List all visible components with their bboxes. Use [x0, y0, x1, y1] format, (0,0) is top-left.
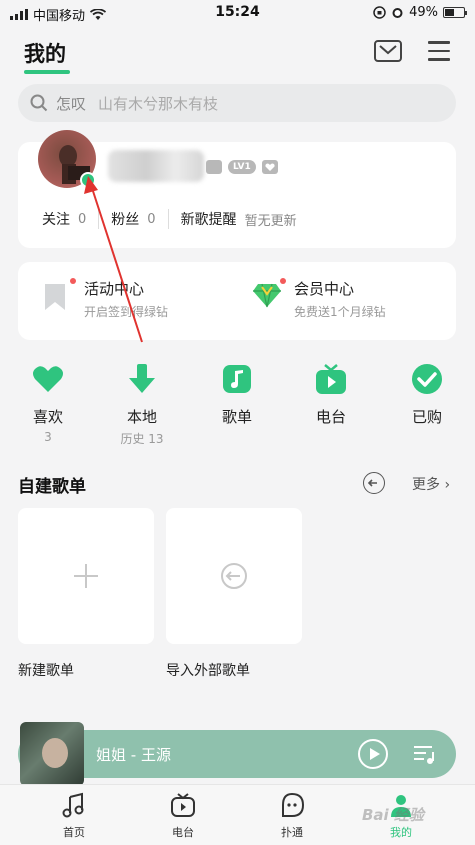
search-placeholder: 怎叹: [56, 94, 87, 113]
stat-following[interactable]: 关注 0: [18, 209, 98, 229]
quick-playlist-label: 歌单: [221, 408, 252, 426]
more-link[interactable]: 更多 ›: [412, 474, 450, 494]
profile-stats: 关注 0 粉丝 0 新歌提醒 暂无更新: [18, 208, 456, 230]
new-playlist-tile[interactable]: [18, 508, 154, 644]
vip-badge-icon: [206, 160, 222, 174]
play-button[interactable]: [358, 739, 388, 769]
tab-mine-label: 我的: [390, 826, 412, 839]
import-playlist-tile[interactable]: [166, 508, 302, 644]
profile-card: LV1 关注 0 粉丝 0 新歌提醒 暂无更新: [18, 130, 456, 248]
radio-icon: [171, 793, 195, 817]
tab-putong-label: 扑通: [281, 826, 303, 839]
page-header: 我的: [0, 30, 475, 78]
rotation-lock-icon: [373, 6, 386, 19]
import-icon[interactable]: [363, 472, 385, 494]
tab-putong[interactable]: 扑通: [252, 791, 332, 840]
diamond-icon: [252, 278, 286, 312]
quick-local-history: 历史 13: [120, 432, 164, 446]
mini-player[interactable]: 姐姐 - 王源: [18, 722, 456, 786]
search-hint: 山有木兮那木有枝: [98, 94, 219, 113]
battery-percent: 49%: [409, 5, 438, 20]
tab-home-label: 首页: [63, 826, 85, 839]
member-center[interactable]: 会员中心 免费送1个月绿钻: [252, 278, 386, 320]
album-cover[interactable]: [20, 722, 84, 786]
stat-following-value: 0: [78, 211, 87, 227]
playlist-icon[interactable]: [412, 742, 436, 766]
playlists-header: 自建歌单 更多 ›: [18, 472, 458, 498]
quick-radio-label: 电台: [315, 408, 346, 426]
tab-radio[interactable]: 电台: [143, 791, 223, 840]
quick-access-row: 喜欢 3 本地 历史 13 歌单 电台 已购: [0, 362, 475, 452]
new-playlist-label: 新建歌单: [18, 663, 74, 679]
tab-radio-label: 电台: [172, 826, 194, 839]
search-icon: [30, 94, 48, 112]
quick-radio[interactable]: 电台: [296, 362, 366, 427]
quick-local[interactable]: 本地 历史 13: [107, 362, 177, 447]
playlists-title: 自建歌单: [18, 477, 86, 497]
music-note-icon: [62, 792, 84, 818]
quick-purchased-label: 已购: [411, 408, 442, 426]
check-circle-icon: [412, 364, 442, 394]
heart-icon: [33, 366, 63, 392]
heart-badge-icon: [261, 160, 278, 174]
mail-icon[interactable]: [374, 40, 402, 62]
stat-new-songs[interactable]: 新歌提醒 暂无更新: [167, 209, 309, 229]
activity-center-subtitle: 开启签到得绿钻: [84, 305, 169, 319]
music-note-icon: [223, 365, 251, 393]
stat-fans[interactable]: 粉丝 0: [98, 209, 167, 229]
member-center-title: 会员中心: [294, 280, 355, 298]
quick-local-label: 本地: [126, 408, 157, 426]
import-playlist-label: 导入外部歌单: [166, 663, 250, 679]
notification-dot: [280, 278, 286, 284]
page-title: 我的: [24, 42, 66, 66]
status-right-group: 49%: [373, 5, 467, 20]
quick-liked-count: 3: [44, 430, 52, 444]
stat-new-songs-label: 新歌提醒: [180, 212, 237, 228]
download-icon: [129, 364, 155, 393]
watermark: Bai 经验: [362, 806, 424, 824]
menu-icon[interactable]: [428, 41, 450, 61]
more-label: 更多: [412, 477, 440, 493]
avatar-badge-icon: [80, 172, 96, 188]
status-bar: 中国移动 15:24 49%: [0, 0, 475, 26]
notification-dot: [70, 278, 76, 284]
battery-fill: [445, 9, 454, 16]
stat-fans-value: 0: [147, 211, 156, 227]
quick-liked-label: 喜欢: [32, 408, 63, 426]
plus-icon: [74, 564, 98, 588]
alarm-icon: [392, 8, 403, 18]
user-badges: LV1: [206, 160, 278, 174]
activity-center[interactable]: 活动中心 开启签到得绿钻: [42, 278, 168, 320]
stat-following-label: 关注: [42, 212, 70, 228]
battery-icon: [443, 7, 467, 18]
import-icon: [221, 563, 247, 589]
bookmark-icon: [42, 278, 76, 312]
chevron-right-icon: ›: [444, 477, 451, 493]
title-underline: [24, 70, 70, 74]
activity-center-title: 活动中心: [84, 280, 145, 298]
quick-playlist[interactable]: 歌单: [202, 362, 272, 427]
stat-fans-label: 粉丝: [111, 212, 140, 228]
chat-face-icon: [282, 792, 305, 817]
search-bar[interactable]: 怎叹 山有木兮那木有枝: [18, 84, 456, 122]
tab-home[interactable]: 首页: [34, 791, 114, 840]
song-title: 姐姐 - 王源: [96, 746, 171, 764]
quick-purchased[interactable]: 已购: [392, 362, 462, 427]
radio-tv-icon: [316, 364, 346, 394]
quick-liked[interactable]: 喜欢 3: [13, 362, 83, 444]
member-center-subtitle: 免费送1个月绿钻: [294, 305, 386, 319]
username-blurred: [108, 150, 204, 182]
promo-card: 活动中心 开启签到得绿钻 会员中心 免费送1个月绿钻: [18, 262, 456, 340]
stat-new-songs-value: 暂无更新: [244, 213, 297, 229]
level-badge: LV1: [228, 160, 256, 174]
